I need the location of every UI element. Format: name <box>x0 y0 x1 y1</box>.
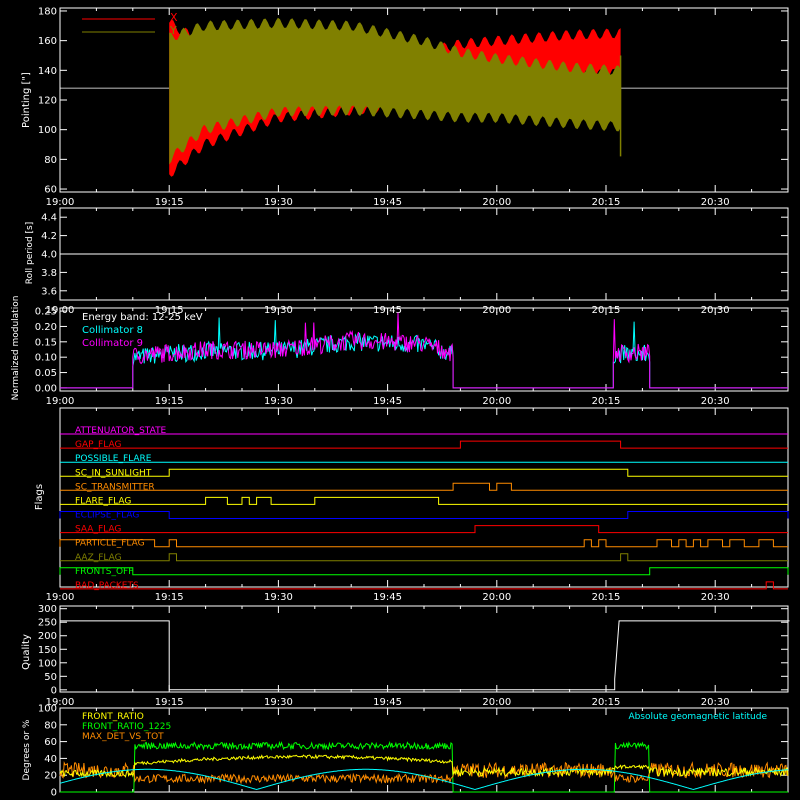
y-tick-label: 0.15 <box>35 337 57 348</box>
y-tick-label: 0 <box>51 788 57 799</box>
y-tick-label: 0.00 <box>35 383 57 394</box>
y-tick-label: 40 <box>44 754 57 765</box>
modulation-energy-band: Energy band: 12-25 keV <box>82 312 203 323</box>
x-tick-label: 19:15 <box>155 697 184 708</box>
x-tick-label: 19:45 <box>373 697 402 708</box>
pointing-legend-label-x: X <box>170 11 178 24</box>
flag-label-attenuator-state: ATTENUATOR_STATE <box>75 426 167 436</box>
flag-label-bad-packets: BAD_PACKETS <box>75 581 139 591</box>
y-tick-label: 50 <box>44 672 57 683</box>
flag-label-fronts-off: FRONTS_OFF <box>75 567 133 577</box>
x-tick-label: 19:30 <box>264 197 293 208</box>
x-tick-label: 19:45 <box>373 396 402 407</box>
y-tick-label: 0.25 <box>35 307 57 318</box>
x-tick-label: 20:00 <box>482 697 511 708</box>
y-tick-label: 100 <box>38 704 57 715</box>
ratios-legend-geomag: Absolute geomagnetic latitude <box>628 712 767 722</box>
y-tick-label: 3.6 <box>41 286 57 297</box>
y-tick-label: 150 <box>38 645 57 656</box>
x-tick-label: 19:15 <box>155 197 184 208</box>
x-tick-label: 20:00 <box>482 592 511 603</box>
x-tick-label: 19:30 <box>264 396 293 407</box>
modulation-legend-c9: Collimator 9 <box>82 338 143 349</box>
flag-label-sc-transmitter: SC_TRANSMITTER <box>75 482 155 492</box>
summary-plot: Pointing ["] 19:00 19:15 19:30 19:45 20:00 20… <box>0 0 800 800</box>
y-tick-label: 160 <box>38 36 57 47</box>
y-tick-label: 0.20 <box>35 322 57 333</box>
y-tick-label: 250 <box>38 618 57 629</box>
ratios-ylabel: Degrees or % <box>22 719 32 780</box>
x-tick-label: 19:15 <box>155 396 184 407</box>
roll-ylabel: Roll period [s] <box>25 222 35 284</box>
x-tick-label: 19:30 <box>264 697 293 708</box>
flag-label-possible-flare: POSSIBLE_FLARE <box>75 454 152 464</box>
y-tick-label: 0.05 <box>35 368 57 379</box>
x-tick-label: 19:00 <box>46 592 75 603</box>
y-tick-label: 140 <box>38 66 57 77</box>
ratios-legend-front-ratio-1225: FRONT_RATIO_1225 <box>82 722 171 732</box>
y-tick-label: 300 <box>38 604 57 615</box>
x-tick-label: 20:00 <box>482 396 511 407</box>
modulation-ylabel: Normalized modulation <box>11 296 21 401</box>
y-tick-label: 60 <box>44 185 57 196</box>
pointing-ylabel: Pointing ["] <box>21 72 32 128</box>
x-tick-label: 19:30 <box>264 592 293 603</box>
x-tick-label: 19:15 <box>155 592 184 603</box>
x-tick-label: 19:00 <box>46 396 75 407</box>
x-tick-label: 20:15 <box>592 396 621 407</box>
flag-label-sc-in-sunlight: SC_IN_SUNLIGHT <box>75 468 152 478</box>
y-tick-label: 4.4 <box>41 213 57 224</box>
y-tick-label: 0.10 <box>35 353 57 364</box>
y-tick-label: 20 <box>44 771 57 782</box>
y-tick-label: 80 <box>44 155 57 166</box>
x-tick-label: 20:30 <box>701 592 730 603</box>
ratios-legend-max-det: MAX_DET_VS_TOT <box>82 732 164 742</box>
y-tick-label: 80 <box>44 720 57 731</box>
x-tick-label: 20:00 <box>482 197 511 208</box>
x-tick-label: 20:15 <box>592 592 621 603</box>
x-tick-label: 20:30 <box>701 197 730 208</box>
flag-label-saa-flag: SAA_FLAG <box>75 525 121 535</box>
y-tick-label: 200 <box>38 631 57 642</box>
flag-label-gap-flag: GAP_FLAG <box>75 440 121 450</box>
x-tick-label: 19:45 <box>373 592 402 603</box>
flag-label-aaz-flag: AAZ_FLAG <box>75 553 122 563</box>
flag-label-eclipse-flag: ECLIPSE_FLAG <box>75 511 139 521</box>
flags-ylabel: Flags <box>34 484 45 510</box>
y-tick-label: 180 <box>38 6 57 17</box>
quality-ylabel: Quality <box>21 634 32 670</box>
y-tick-label: 120 <box>38 96 57 107</box>
x-tick-label: 20:15 <box>592 697 621 708</box>
y-tick-label: 100 <box>38 658 57 669</box>
y-tick-label: 0 <box>51 685 57 696</box>
y-tick-label: 4.0 <box>41 250 57 261</box>
y-tick-label: 4.2 <box>41 231 57 242</box>
flag-label-particle-flag: PARTICLE_FLAG <box>75 539 145 549</box>
modulation-legend-c8: Collimator 8 <box>82 325 143 336</box>
y-tick-label: 60 <box>44 737 57 748</box>
flag-label-flare-flag: FLARE_FLAG <box>75 496 131 506</box>
ratios-legend-front-ratio: FRONT_RATIO <box>82 712 144 722</box>
y-tick-label: 3.8 <box>41 268 57 279</box>
x-tick-label: 20:30 <box>701 396 730 407</box>
x-tick-label: 19:00 <box>46 197 75 208</box>
x-tick-label: 20:15 <box>592 197 621 208</box>
x-tick-label: 19:45 <box>373 197 402 208</box>
y-tick-label: 100 <box>38 125 57 136</box>
x-tick-label: 20:30 <box>701 697 730 708</box>
pointing-legend-label-y: Y <box>169 24 177 37</box>
